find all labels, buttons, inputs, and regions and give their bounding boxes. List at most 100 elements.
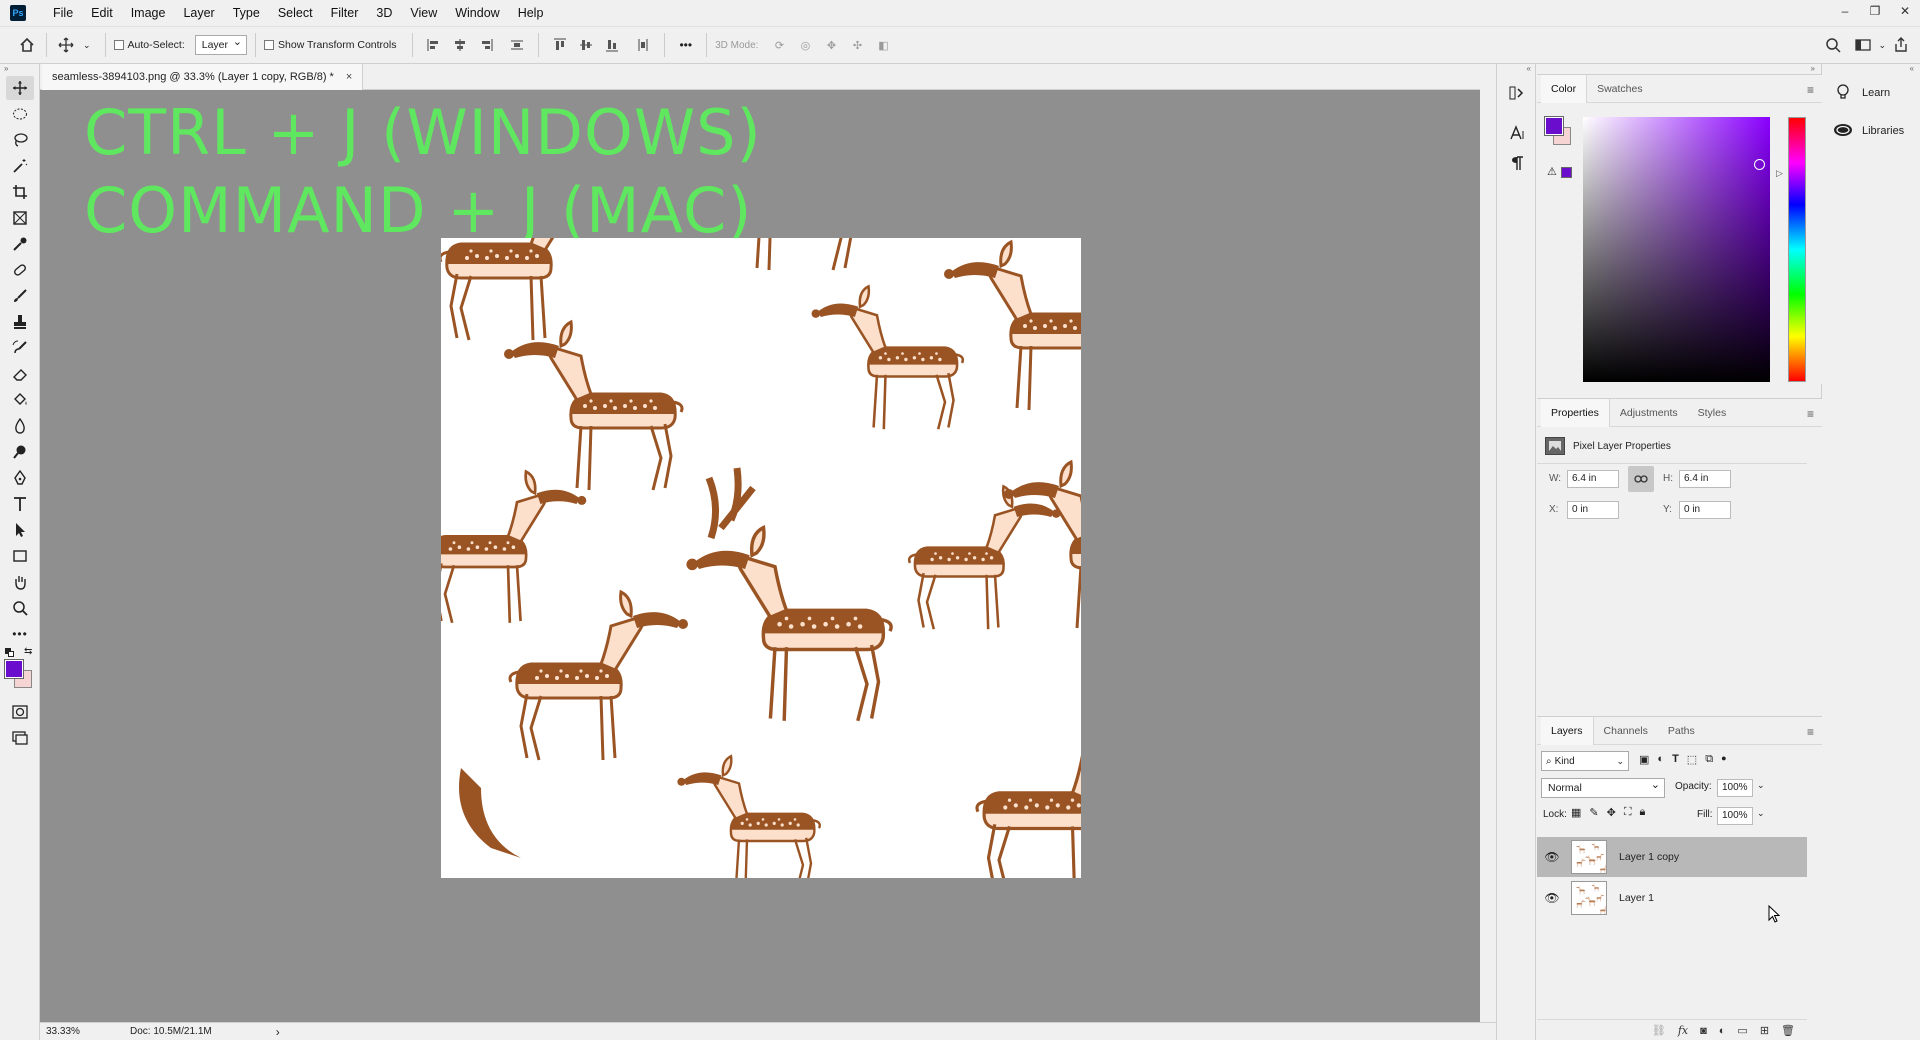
dodge-tool-icon[interactable]	[6, 440, 34, 464]
opacity-chevron-icon[interactable]: ⌄	[1757, 780, 1765, 791]
3d-slide-icon[interactable]: ✣	[847, 35, 867, 55]
lock-all-icon[interactable]: 🔒︎	[1640, 806, 1646, 819]
layer-style-fx-icon[interactable]: fx	[1678, 1024, 1688, 1037]
tab-styles[interactable]: Styles	[1688, 399, 1737, 427]
menu-select[interactable]: Select	[269, 0, 322, 26]
lock-transparent-pixels-icon[interactable]: ▦	[1571, 806, 1581, 819]
layer-visibility-eye-icon[interactable]: 👁︎	[1541, 891, 1563, 905]
color-panel-menu-icon[interactable]: ≡	[1807, 83, 1814, 97]
filter-pixel-icon[interactable]: ▣	[1639, 753, 1649, 766]
canvas-area[interactable]: CTRL + J (WINDOWS) COMMAND + J (MAC)	[40, 90, 1480, 1022]
show-transform-check-box[interactable]	[264, 40, 275, 50]
history-panel-icon[interactable]	[1503, 80, 1531, 106]
hue-slider[interactable]	[1788, 117, 1806, 382]
align-right-edges-icon[interactable]	[476, 35, 496, 55]
layer-filter-kind-dropdown[interactable]: ⌕ Kind ⌄	[1541, 751, 1629, 771]
menu-3d[interactable]: 3D	[367, 0, 401, 26]
workspace-chevron-icon[interactable]: ⌄	[1878, 40, 1886, 51]
zoom-tool-icon[interactable]	[6, 596, 34, 620]
lock-artboard-icon[interactable]: ⛶	[1624, 806, 1632, 819]
paint-bucket-tool-icon[interactable]	[6, 388, 34, 412]
collapse-panels-icon[interactable]: »	[1537, 64, 1821, 74]
new-layer-icon[interactable]: ⊞	[1760, 1024, 1769, 1037]
tab-layers[interactable]: Layers	[1541, 716, 1594, 745]
path-selection-tool-icon[interactable]	[6, 518, 34, 542]
3d-pan-icon[interactable]: ✥	[821, 35, 841, 55]
eraser-tool-icon[interactable]	[6, 362, 34, 386]
restore-button[interactable]: ❐	[1860, 0, 1890, 22]
document-tab[interactable]: seamless-3894103.png @ 33.3% (Layer 1 co…	[42, 64, 364, 90]
filter-smart-object-icon[interactable]: ⧉	[1705, 753, 1713, 766]
more-options-button[interactable]: •••	[679, 38, 692, 52]
layer-row-layer-1-copy[interactable]: 👁︎ Layer 1 copy	[1537, 837, 1807, 877]
eyedropper-tool-icon[interactable]	[6, 232, 34, 256]
lock-image-pixels-icon[interactable]: ✎	[1589, 806, 1598, 819]
zoom-level[interactable]: 33.33%	[46, 1026, 116, 1037]
filter-shape-icon[interactable]: ⬚	[1687, 753, 1697, 766]
clone-stamp-tool-icon[interactable]	[6, 310, 34, 334]
collapse-dock-icon[interactable]: «	[1497, 64, 1535, 76]
rectangle-tool-icon[interactable]	[6, 544, 34, 568]
workspace-switcher-icon[interactable]	[1852, 34, 1874, 56]
color-saturation-field[interactable]	[1583, 117, 1770, 382]
opacity-field[interactable]: 100%	[1717, 779, 1753, 797]
distribute-horizontal-icon[interactable]	[633, 35, 653, 55]
align-top-edges-icon[interactable]	[550, 35, 570, 55]
lock-position-icon[interactable]: ✥	[1607, 806, 1616, 819]
type-tool-icon[interactable]	[6, 492, 34, 516]
menu-edit[interactable]: Edit	[82, 0, 122, 26]
swap-colors-icon[interactable]: ⇆	[24, 646, 32, 657]
new-group-icon[interactable]: ▭	[1737, 1024, 1747, 1037]
home-icon[interactable]	[16, 34, 38, 56]
menu-view[interactable]: View	[401, 0, 446, 26]
tab-adjustments[interactable]: Adjustments	[1610, 399, 1688, 427]
layer-name[interactable]: Layer 1 copy	[1619, 851, 1679, 863]
paragraph-panel-icon[interactable]	[1503, 150, 1531, 176]
link-dimensions-icon[interactable]	[1628, 466, 1654, 492]
character-panel-icon[interactable]	[1503, 120, 1531, 146]
menu-layer[interactable]: Layer	[174, 0, 223, 26]
menu-help[interactable]: Help	[509, 0, 553, 26]
color-panel-foreground-swatch[interactable]	[1544, 116, 1564, 136]
properties-panel-menu-icon[interactable]: ≡	[1807, 407, 1814, 421]
menu-window[interactable]: Window	[446, 0, 508, 26]
default-colors-icon[interactable]	[5, 648, 14, 657]
edit-toolbar-icon[interactable]: •••	[6, 622, 34, 646]
layer-visibility-eye-icon[interactable]: 👁︎	[1541, 850, 1563, 864]
close-window-button[interactable]: ✕	[1890, 0, 1920, 22]
document-canvas[interactable]	[441, 238, 1081, 878]
link-layers-icon[interactable]: ⛓︎	[1652, 1024, 1666, 1037]
search-icon[interactable]	[1822, 34, 1844, 56]
share-icon[interactable]	[1890, 34, 1912, 56]
y-field[interactable]: 0 in	[1679, 501, 1731, 519]
magic-wand-tool-icon[interactable]	[6, 154, 34, 178]
learn-panel-button[interactable]: Learn	[1822, 74, 1920, 112]
layer-row-layer-1[interactable]: 👁︎ Layer 1	[1537, 878, 1807, 918]
align-bottom-edges-icon[interactable]	[602, 35, 622, 55]
brush-tool-icon[interactable]	[6, 284, 34, 308]
x-field[interactable]: 0 in	[1567, 501, 1619, 519]
auto-select-target-dropdown[interactable]: Layer	[194, 33, 248, 55]
move-tool-preset-icon[interactable]	[55, 34, 77, 56]
chevron-down-icon[interactable]: ⌄	[83, 40, 91, 51]
tab-color[interactable]: Color	[1541, 74, 1588, 103]
libraries-panel-button[interactable]: Libraries	[1822, 112, 1920, 150]
align-left-edges-icon[interactable]	[424, 35, 444, 55]
filter-type-icon[interactable]: T	[1672, 753, 1679, 766]
tab-paths[interactable]: Paths	[1658, 717, 1705, 745]
vertical-scrollbar[interactable]	[1480, 90, 1496, 1022]
menu-type[interactable]: Type	[224, 0, 269, 26]
align-vertical-centers-icon[interactable]	[576, 35, 596, 55]
marquee-tool-icon[interactable]	[6, 102, 34, 126]
crop-tool-icon[interactable]	[6, 180, 34, 204]
hue-slider-handle-icon[interactable]: ▷	[1776, 168, 1783, 179]
collapse-toolbar-icon[interactable]: »	[0, 64, 39, 74]
align-horizontal-centers-icon[interactable]	[450, 35, 470, 55]
delete-layer-icon[interactable]: 🗑︎	[1781, 1024, 1795, 1037]
out-of-gamut-warning-icon[interactable]: ⚠	[1547, 165, 1557, 178]
distribute-vertical-icon[interactable]	[507, 35, 527, 55]
3d-orbit-icon[interactable]: ⟳	[769, 35, 789, 55]
tab-properties[interactable]: Properties	[1541, 398, 1610, 427]
menu-image[interactable]: Image	[122, 0, 175, 26]
filter-adjustment-icon[interactable]: ◐	[1657, 753, 1664, 766]
